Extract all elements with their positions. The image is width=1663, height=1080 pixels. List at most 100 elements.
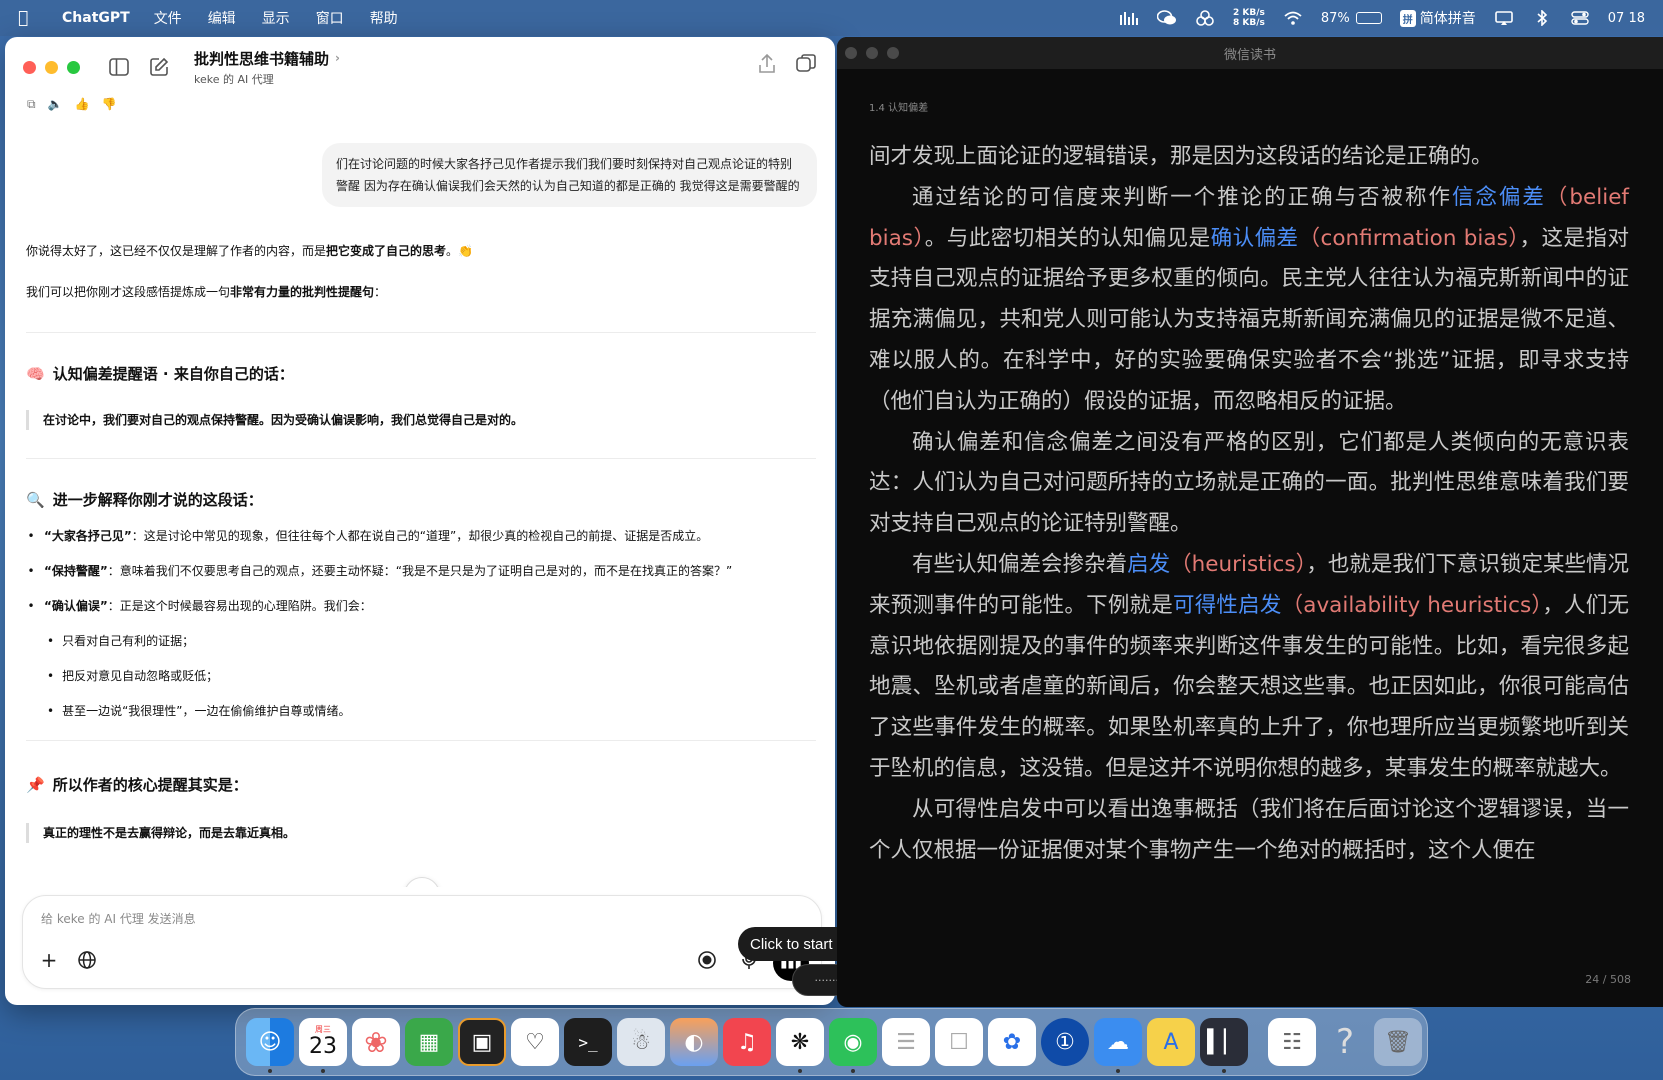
bluetooth-icon[interactable]	[1532, 9, 1552, 27]
message-composer[interactable]: 给 keke 的 AI 代理 发送消息 +	[22, 895, 822, 989]
onepassword-icon[interactable]: ①	[1041, 1018, 1089, 1066]
thumbs-up-icon[interactable]: 👍	[75, 97, 90, 112]
minimize-window-button[interactable]	[45, 60, 58, 74]
term-highlight[interactable]: 可得性启发	[1173, 593, 1282, 618]
music-icon[interactable]: ♫	[723, 1018, 771, 1066]
istat-icon[interactable]: ▍▏	[1200, 1018, 1248, 1073]
reader-titlebar: 微信读书	[837, 37, 1663, 69]
menu-view[interactable]: 显示	[262, 8, 290, 28]
page-number: 24 / 508	[1585, 973, 1631, 986]
bullet-text: ：正是这个时候最容易出现的心理陷阱。我们会：	[107, 599, 372, 613]
app-store-icon[interactable]: A	[1147, 1018, 1195, 1066]
term-highlight[interactable]: 信念偏差	[1452, 185, 1546, 210]
sub-bullet-text: 甚至一边说“我很理性”，一边在偷偷维护自尊或情绪。	[62, 704, 351, 718]
section-heading-3-text: 所以作者的核心提醒其实是：	[52, 776, 248, 794]
menu-edit[interactable]: 编辑	[208, 8, 236, 28]
menu-help[interactable]: 帮助	[370, 8, 398, 28]
reader-close-button[interactable]	[845, 47, 857, 59]
apple-menu-icon[interactable]: 	[18, 8, 40, 28]
alpaca-app-icon[interactable]: ♡	[511, 1018, 559, 1066]
istat-menu-icon[interactable]	[1119, 9, 1139, 27]
menu-window[interactable]: 窗口	[316, 8, 344, 28]
text-run: 通过结论的可信度来判断一个推论的正确与否被称作	[912, 184, 1452, 210]
screen-mirroring-icon[interactable]	[1494, 9, 1514, 27]
wechat-icon[interactable]: ◉	[829, 1018, 877, 1073]
calendar-weekday: 周三	[315, 1025, 331, 1034]
new-chat-icon[interactable]	[146, 54, 172, 80]
terminal-icon[interactable]: >_	[564, 1018, 612, 1066]
document-icon[interactable]: ☐	[935, 1018, 983, 1066]
keka-icon[interactable]: ☃	[617, 1018, 665, 1066]
messages-icon[interactable]: ▦	[405, 1018, 453, 1066]
photos-icon[interactable]: ❀	[352, 1018, 400, 1066]
help-icon[interactable]: ?	[1321, 1018, 1369, 1066]
brain-icon: 🧠	[26, 364, 45, 383]
reader-zoom-button[interactable]	[887, 47, 899, 59]
jetbrains-icon[interactable]: ▣	[458, 1018, 506, 1066]
net-up: 2 KB/s	[1233, 8, 1265, 18]
scroll-to-bottom-button[interactable]: ↓	[404, 877, 440, 887]
wechat-menu-icon[interactable]	[1157, 9, 1177, 27]
menu-file[interactable]: 文件	[154, 8, 182, 28]
menu-bar:  ChatGPT 文件 编辑 显示 窗口 帮助 2 KB/s 8 KB/s 8…	[0, 0, 1663, 36]
zoom-window-button[interactable]	[67, 60, 80, 74]
book-page-text[interactable]: 间才发现上面论证的逻辑错误，那是因为这段话的结论是正确的。 通过结论的可信度来判…	[869, 137, 1629, 871]
globe-icon[interactable]	[73, 946, 101, 974]
reply-intro-1a: 你说得太好了，这已经不仅仅是理解了作者的内容，而是	[26, 244, 327, 258]
attach-plus-icon[interactable]: +	[35, 946, 63, 974]
read-aloud-icon[interactable]: 🔈	[48, 97, 63, 112]
trash-icon[interactable]: 🗑	[1374, 1018, 1422, 1066]
record-icon[interactable]	[693, 946, 721, 974]
term-highlight[interactable]: 确认偏差	[1211, 226, 1299, 251]
copy-icon[interactable]: ⧉	[27, 97, 36, 112]
input-method-menu[interactable]: 拼 简体拼音	[1399, 9, 1476, 27]
notes-icon[interactable]: ☰	[882, 1018, 930, 1066]
finder-icon[interactable]: ☺	[246, 1018, 294, 1073]
arrow-down-icon: ↓	[415, 886, 428, 888]
new-window-icon[interactable]	[795, 53, 817, 79]
wifi-icon[interactable]	[1283, 9, 1303, 27]
term-english: （heuristics）	[1170, 551, 1307, 577]
network-speed[interactable]: 2 KB/s 8 KB/s	[1233, 8, 1265, 28]
thumbs-down-icon[interactable]: 👎	[101, 97, 116, 112]
net-down: 8 KB/s	[1233, 18, 1265, 28]
chat-messages[interactable]: ⧉ 🔈 👍 👎 们在讨论问题的时候大家各抒己见作者提示我们我们要时刻保持对自己观…	[5, 97, 835, 887]
bullet-text: ：这是讨论中常见的现象，但往往每个人都在说自己的“道理”，却很少真的检视自己的前…	[131, 529, 709, 543]
feishu-icon[interactable]: ✿	[988, 1018, 1036, 1066]
share-icon[interactable]	[757, 53, 777, 79]
feishu-menu-icon[interactable]	[1195, 9, 1215, 27]
list-item: • 只看对自己有利的证据；	[47, 634, 195, 648]
sub-bullet-text: 把反对意见自动忽略或贬低；	[62, 669, 219, 683]
divider	[26, 332, 816, 333]
window-controls	[23, 60, 80, 74]
bullet-key: “保持警醒”	[44, 564, 108, 578]
chapter-label: 1.4 认知偏差	[869, 103, 929, 114]
arc-browser-icon[interactable]: ◐	[670, 1018, 718, 1066]
section-heading-2-text: 进一步解释你刚才说的这段话：	[52, 491, 263, 509]
list-item: • “确认偏误”：正是这个时候最容易出现的心理陷阱。我们会：	[27, 599, 372, 613]
menu-app-name[interactable]: ChatGPT	[62, 10, 130, 26]
section-heading-1: 🧠 认知偏差提醒语 · 来自你自己的话：	[26, 363, 294, 384]
menu-clock[interactable]: 07 18	[1608, 11, 1645, 26]
tencent-meeting-icon[interactable]: ☁	[1094, 1018, 1142, 1073]
message-actions: ⧉ 🔈 👍 👎	[27, 97, 116, 112]
text-run: 。与此密切相关的认知偏见是	[924, 225, 1211, 251]
composer-placeholder[interactable]: 给 keke 的 AI 代理 发送消息	[41, 910, 196, 927]
calendar-day: 23	[309, 1034, 337, 1059]
chat-title-block[interactable]: 批判性思维书籍辅助 › keke 的 AI 代理	[194, 48, 340, 87]
calendar-icon[interactable]: 周三 23	[299, 1018, 347, 1073]
control-center-icon[interactable]	[1570, 9, 1590, 27]
reply-intro-1c: 。👏	[446, 244, 473, 258]
text-run: 有些认知偏差会掺杂着	[912, 551, 1128, 577]
reply-intro-2a: 我们可以把你刚才这段感悟提炼成一句	[26, 285, 231, 299]
toggle-sidebar-icon[interactable]	[106, 54, 132, 80]
preview-document-icon[interactable]: ☷	[1268, 1018, 1316, 1066]
battery-percent: 87%	[1320, 10, 1350, 26]
close-window-button[interactable]	[23, 60, 36, 74]
term-highlight[interactable]: 启发	[1127, 552, 1170, 577]
chatgpt-icon[interactable]: ❋	[776, 1018, 824, 1073]
reply-intro-1: 你说得太好了，这已经不仅仅是理解了作者的内容，而是把它变成了自己的思考。👏	[26, 241, 816, 261]
reader-minimize-button[interactable]	[866, 47, 878, 59]
battery-icon	[1355, 12, 1382, 24]
battery-status[interactable]: 87%	[1321, 11, 1382, 26]
